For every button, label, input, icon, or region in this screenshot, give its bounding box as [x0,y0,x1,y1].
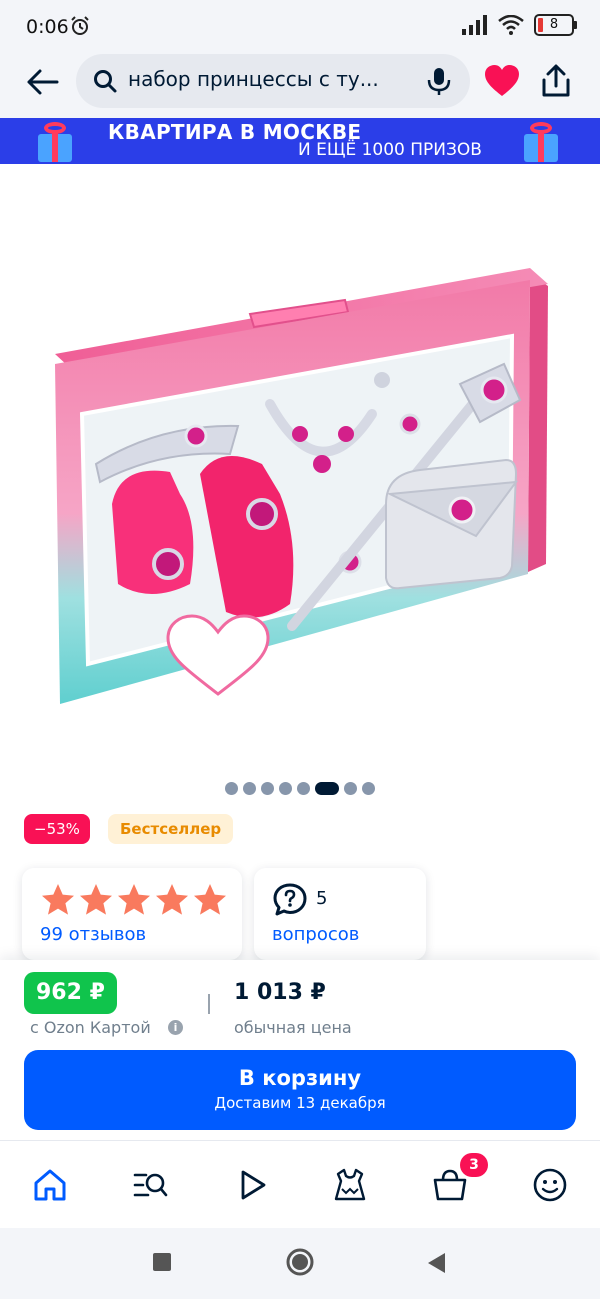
ozon-card-label: с Ozon Картой [30,1018,151,1037]
signal-icon [462,15,487,35]
battery-icon: 8 [534,14,577,36]
questions-card[interactable]: 5 вопросов [254,868,426,960]
gift-icon [520,120,560,162]
pager-dot[interactable] [261,782,274,795]
add-to-cart-label: В корзину [238,1066,362,1090]
pager-dot[interactable] [297,782,310,795]
system-back-icon[interactable] [426,1252,446,1274]
search-input[interactable]: набор принцессы с ту... [76,54,470,108]
status-indicators: 8 [462,14,577,36]
princess-set-box-image [55,268,548,704]
regular-price-label: обычная цена [234,1018,352,1037]
ozon-card-price: 962 ₽ [24,972,117,1014]
star-icon [42,884,74,915]
search-query[interactable]: набор принцессы с ту... [128,67,398,91]
rating-stars [40,882,228,918]
pager-dot[interactable] [225,782,238,795]
pager-dot[interactable] [315,782,339,795]
favorite-heart-icon[interactable] [484,64,520,98]
profile-smile-icon[interactable] [532,1167,568,1203]
back-button[interactable] [22,64,62,100]
recent-apps-icon[interactable] [152,1252,172,1272]
microphone-icon[interactable] [426,66,452,96]
promo-banner[interactable]: КВАРТИРА В МОСКВЕ И ЕЩЁ 1000 ПРИЗОВ [0,118,600,164]
arrow-left-icon [27,69,59,95]
system-nav-bar [0,1228,600,1299]
rating-card[interactable]: 99 отзывов [22,868,242,960]
pager-dot[interactable] [362,782,375,795]
question-bubble-icon [273,883,307,916]
wifi-icon [498,15,524,35]
price-divider [208,994,210,1014]
share-icon[interactable] [540,64,572,98]
cart-count-badge: 3 [460,1153,488,1177]
catalog-search-icon[interactable] [132,1167,168,1203]
promo-subtitle: И ЕЩЁ 1000 ПРИЗОВ [298,140,482,160]
info-icon[interactable]: i [168,1020,183,1035]
price-panel: 962 ₽ с Ozon Картой i 1 013 ₽ обычная це… [0,960,600,1140]
pager-dot[interactable] [344,782,357,795]
search-icon [94,70,117,93]
product-image[interactable] [0,164,600,764]
discount-badge: −53% [24,814,90,844]
star-icon [118,884,150,915]
status-time: 0:06 [26,16,69,38]
star-icon [80,884,112,915]
image-pager[interactable] [0,782,600,796]
star-icon [194,884,226,915]
add-to-cart-button[interactable]: В корзину Доставим 13 декабря [24,1050,576,1130]
fashion-dress-icon[interactable] [332,1167,368,1203]
bestseller-badge: Бестселлер [108,814,234,844]
home-circle-icon[interactable] [286,1248,314,1276]
regular-price: 1 013 ₽ [234,980,326,1005]
questions-count: 5 [316,888,328,909]
reviews-link[interactable]: 99 отзывов [40,924,146,945]
search-header: набор принцессы с ту... [0,46,600,118]
gift-icon [34,120,74,162]
delivery-date-label: Доставим 13 декабря [214,1094,386,1112]
pager-dot[interactable] [279,782,292,795]
alarm-icon [71,16,89,35]
video-play-icon[interactable] [234,1167,270,1203]
star-icon [156,884,188,915]
home-icon[interactable] [32,1167,68,1203]
pager-dot[interactable] [243,782,256,795]
bottom-nav: 3 [0,1140,600,1228]
questions-link[interactable]: вопросов [272,924,359,945]
